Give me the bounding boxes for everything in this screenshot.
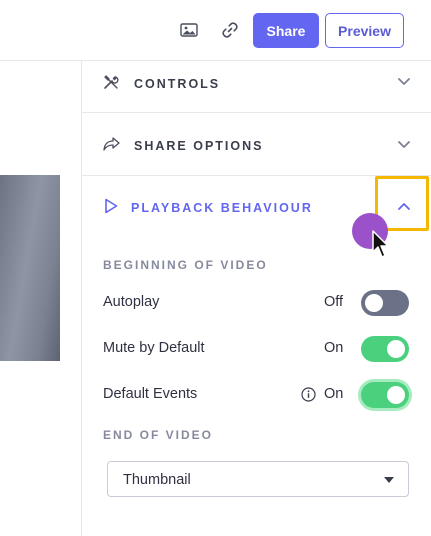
section-controls[interactable]: CONTROLS (82, 61, 431, 113)
mouse-cursor-icon (372, 230, 392, 265)
chevron-down-icon[interactable] (397, 75, 411, 89)
mute-by-default-label: Mute by Default (103, 340, 205, 356)
section-playback-title[interactable]: PLAYBACK BEHAVIOUR (131, 201, 313, 215)
end-of-video-select[interactable]: Thumbnail (107, 461, 409, 497)
top-toolbar: Share Preview (0, 0, 431, 61)
chevron-down-icon[interactable] (397, 138, 411, 152)
autoplay-toggle[interactable] (361, 290, 409, 316)
mute-by-default-state: On (324, 340, 344, 356)
end-of-video-heading: END OF VIDEO (103, 428, 214, 442)
section-share-options-title: SHARE OPTIONS (134, 139, 264, 153)
end-of-video-select-value: Thumbnail (123, 472, 191, 488)
caret-down-icon (384, 477, 394, 483)
link-icon[interactable] (219, 19, 241, 41)
section-share-options[interactable]: SHARE OPTIONS (82, 113, 431, 176)
toggle-knob (365, 294, 383, 312)
canvas-area (0, 61, 82, 536)
share-button[interactable]: Share (253, 13, 319, 48)
mute-by-default-toggle[interactable] (361, 336, 409, 362)
autoplay-state: Off (324, 294, 344, 310)
beginning-of-video-heading: BEGINNING OF VIDEO (103, 258, 268, 272)
toggle-knob (387, 386, 405, 404)
video-thumbnail[interactable] (0, 175, 60, 361)
play-icon (102, 197, 120, 215)
share-arrow-icon (102, 135, 120, 153)
default-events-label: Default Events (103, 386, 198, 402)
preview-button[interactable]: Preview (325, 13, 404, 48)
autoplay-label: Autoplay (103, 294, 160, 310)
toggle-knob (387, 340, 405, 358)
info-icon[interactable] (301, 387, 317, 403)
image-icon[interactable] (178, 19, 200, 41)
section-controls-title: CONTROLS (134, 77, 221, 91)
default-events-state: On (324, 386, 344, 402)
tools-icon (102, 73, 120, 91)
default-events-toggle[interactable] (361, 382, 409, 408)
